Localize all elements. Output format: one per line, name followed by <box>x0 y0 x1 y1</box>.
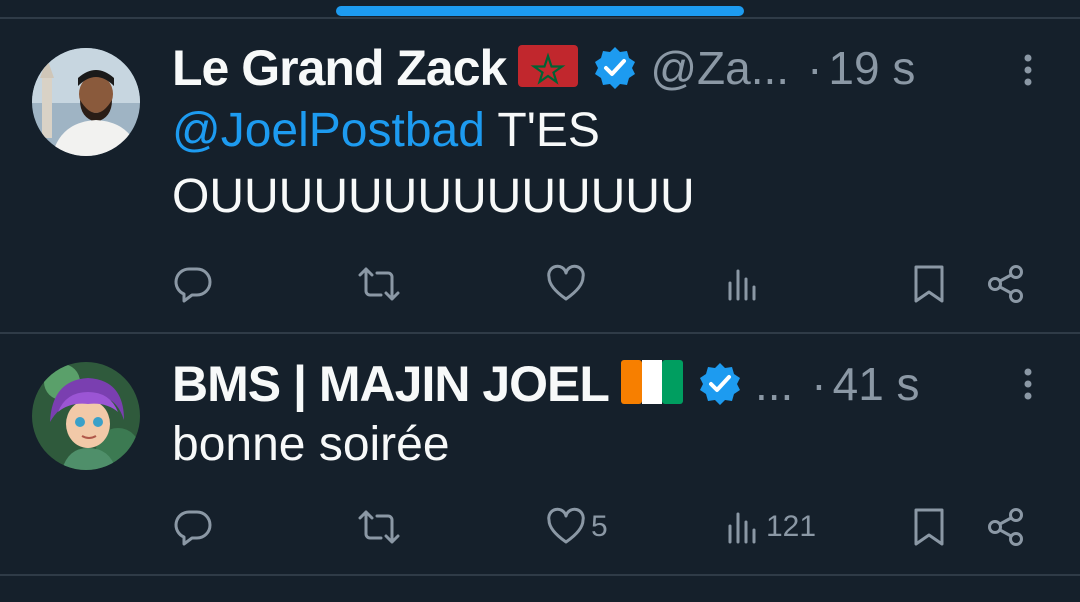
reply-icon <box>174 267 212 303</box>
divider <box>0 17 1080 19</box>
reply-button[interactable] <box>172 259 214 309</box>
more-vertical-icon[interactable] <box>1018 52 1038 92</box>
reply-button[interactable] <box>172 502 214 552</box>
display-name[interactable]: BMS | MAJIN JOEL <box>172 355 610 413</box>
avatar[interactable] <box>32 362 140 470</box>
share-icon <box>988 508 1023 546</box>
timeline: Le Grand Zack @Za... · 19 s @JoelPostbad… <box>0 0 1080 602</box>
share-icon <box>988 265 1023 303</box>
ivory-coast-flag-icon <box>620 359 683 409</box>
tweet-text-line: bonne soirée <box>172 418 450 471</box>
bookmark-button[interactable] <box>910 259 948 309</box>
loading-indicator <box>336 6 744 16</box>
share-button[interactable] <box>986 502 1026 552</box>
views-button[interactable]: 121 <box>726 502 816 552</box>
action-bar <box>0 259 1080 309</box>
like-button[interactable] <box>545 259 591 309</box>
like-count: 5 <box>591 510 608 543</box>
verified-badge-icon[interactable] <box>592 45 638 91</box>
timestamp[interactable]: 41 s <box>833 357 920 411</box>
views-icon <box>728 269 756 301</box>
divider <box>0 574 1080 576</box>
like-button[interactable]: 5 <box>545 502 608 552</box>
tweet-header: Le Grand Zack @Za... · 19 s <box>172 38 1080 98</box>
avatar[interactable] <box>32 48 140 156</box>
retweet-icon <box>358 510 400 544</box>
action-bar: 5 121 <box>0 502 1080 552</box>
retweet-button[interactable] <box>357 259 401 309</box>
share-button[interactable] <box>986 259 1026 309</box>
separator-dot: · <box>807 42 823 94</box>
heart-icon <box>547 507 585 544</box>
avatar-image <box>32 48 140 156</box>
retweet-button[interactable] <box>357 502 401 552</box>
tweet-text: @JoelPostbad T'ES OUUUUUUUUUUUUUU <box>172 98 1032 230</box>
separator-dot: · <box>811 358 827 410</box>
retweet-icon <box>358 267 400 301</box>
bookmark-icon <box>914 265 944 303</box>
display-name[interactable]: Le Grand Zack <box>172 39 507 97</box>
view-count: 121 <box>766 510 817 543</box>
tweet-text: bonne soirée <box>172 412 1032 478</box>
views-icon <box>728 512 756 544</box>
morocco-flag-icon <box>518 44 579 92</box>
divider <box>0 332 1080 334</box>
timestamp[interactable]: 19 s <box>828 41 915 95</box>
reply-icon <box>174 510 212 546</box>
tweet-text-line: OUUUUUUUUUUUUUU <box>172 170 695 223</box>
bookmark-button[interactable] <box>910 502 948 552</box>
avatar-image <box>32 362 140 470</box>
heart-icon <box>547 264 585 301</box>
verified-badge-icon[interactable] <box>697 361 743 407</box>
user-handle[interactable]: ... <box>755 357 793 411</box>
tweet-text-line: T'ES <box>484 104 600 157</box>
more-vertical-icon[interactable] <box>1018 366 1038 406</box>
tweet-header: BMS | MAJIN JOEL ... · 41 s <box>172 354 1080 414</box>
mention-link[interactable]: @JoelPostbad <box>172 104 485 157</box>
user-handle[interactable]: @Za... <box>650 41 789 95</box>
bookmark-icon <box>914 508 944 546</box>
views-button[interactable] <box>726 259 766 309</box>
